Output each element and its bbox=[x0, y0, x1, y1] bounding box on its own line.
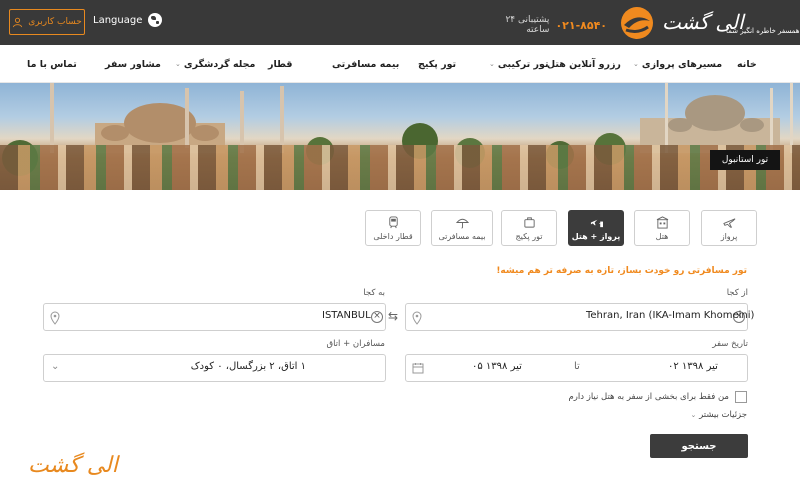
hero-banner bbox=[0, 83, 800, 190]
tab-label: هتل bbox=[655, 231, 669, 241]
tab-flight[interactable]: پرواز bbox=[701, 210, 757, 246]
date-from-value[interactable]: ۰۲ تیر ۱۳۹۸ bbox=[668, 361, 718, 372]
site-logo[interactable]: الی گشت همسفر خاطره انگیز شما bbox=[612, 4, 800, 42]
account-label: حساب کاربری bbox=[28, 17, 82, 27]
nav-item-label: خانه bbox=[737, 58, 757, 70]
tab-label: تور پکیج bbox=[515, 231, 543, 241]
city-rooftops bbox=[0, 145, 800, 190]
nav-item-flight-routes[interactable]: مسیرهای پروازی ⌄ bbox=[633, 45, 722, 83]
chevron-down-icon: ⌄ bbox=[690, 411, 697, 419]
to-value: ISTANBUL bbox=[322, 310, 371, 321]
passengers-field[interactable]: ۱ اتاق، ۲ بزرگسال، ۰ کودک ⌄ bbox=[43, 354, 386, 382]
partial-hotel-checkbox[interactable] bbox=[735, 391, 747, 403]
user-icon bbox=[13, 17, 23, 27]
chevron-down-icon: ⌄ bbox=[51, 361, 60, 372]
nav-item-label: تماس با ما bbox=[27, 58, 77, 70]
date-to-value[interactable]: ۰۵ تیر ۱۳۹۸ bbox=[472, 361, 522, 372]
tab-hotel[interactable]: هتل bbox=[634, 210, 690, 246]
language-label: Language bbox=[93, 14, 143, 26]
calendar-icon bbox=[412, 363, 424, 374]
support-phone: ۰۲۱-۸۵۴۰ bbox=[555, 18, 607, 32]
nav-item-package-tour[interactable]: تور پکیج bbox=[418, 45, 456, 83]
to-field[interactable]: × ISTANBUL bbox=[43, 303, 386, 331]
location-pin-icon bbox=[50, 311, 60, 325]
tab-label: قطار داخلی bbox=[373, 231, 413, 241]
nav-item-travel-advisor[interactable]: مشاور سفر bbox=[105, 45, 161, 83]
support-info: ۰۲۱-۸۵۴۰ پشتیبانی ۲۴ ساعته bbox=[495, 15, 607, 35]
tab-label: پرواز bbox=[720, 231, 738, 241]
promo-text: تور مسافرتی رو خودت بساز، تازه به صرفه ت… bbox=[496, 266, 747, 276]
tab-domestic-train[interactable]: قطار داخلی bbox=[365, 210, 421, 246]
airplane-icon bbox=[722, 217, 735, 228]
search-button[interactable]: جستجو bbox=[650, 434, 748, 458]
tab-label: پرواز + هتل bbox=[571, 231, 621, 241]
more-details-toggle[interactable]: جزئیات بیشتر ⌄ bbox=[650, 410, 747, 420]
nav-item-label: تور ترکیبی bbox=[497, 58, 549, 70]
logo-mark-icon bbox=[621, 7, 653, 39]
chevron-down-icon: ⌄ bbox=[489, 60, 495, 68]
date-label: تاریخ سفر bbox=[712, 339, 748, 349]
umbrella-icon bbox=[455, 218, 469, 229]
tab-label: بیمه مسافرتی bbox=[438, 231, 486, 241]
language-switcher[interactable]: Language bbox=[93, 13, 163, 27]
destination-badge: تور استانبول bbox=[710, 150, 780, 170]
nav-item-home[interactable]: خانه bbox=[737, 45, 757, 83]
passengers-label: مسافران + اتاق bbox=[326, 339, 385, 349]
from-value: Tehran, Iran (IKA-Imam Khomeini) bbox=[586, 310, 755, 321]
account-button[interactable]: حساب کاربری bbox=[9, 9, 85, 35]
nav-item-label: مسیرهای پروازی bbox=[641, 58, 723, 70]
chevron-down-icon: ⌄ bbox=[633, 60, 639, 68]
globe-icon bbox=[148, 13, 163, 27]
more-details-label: جزئیات بیشتر bbox=[699, 410, 747, 420]
tab-flight-hotel[interactable]: + پرواز + هتل bbox=[568, 210, 624, 246]
nav-item-label: مشاور سفر bbox=[105, 58, 161, 70]
flight-hotel-icon: + bbox=[590, 219, 603, 227]
logo-tagline: همسفر خاطره انگیز شما bbox=[726, 27, 800, 35]
clear-to-icon[interactable]: × bbox=[371, 311, 383, 323]
train-icon bbox=[388, 215, 398, 228]
nav-item-label: تور پکیج bbox=[418, 58, 457, 70]
from-label: از کجا bbox=[726, 288, 748, 298]
to-label: به کجا bbox=[363, 288, 385, 298]
suitcase-icon bbox=[523, 216, 535, 228]
swap-icon[interactable]: ⇆ bbox=[388, 309, 398, 323]
date-field[interactable]: ۰۲ تیر ۱۳۹۸ تا ۰۵ تیر ۱۳۹۸ bbox=[405, 354, 748, 382]
nav-item-label: قطار bbox=[268, 58, 293, 70]
main-nav: خانه مسیرهای پروازی ⌄ رزرو آنلاین هتل ⌄ … bbox=[0, 45, 800, 83]
date-separator: تا bbox=[574, 361, 580, 372]
top-bar: حساب کاربری Language ۰۲۱-۸۵۴۰ پشتیبانی ۲… bbox=[0, 0, 800, 45]
from-field[interactable]: × Tehran, Iran (IKA-Imam Khomeini) bbox=[405, 303, 754, 331]
support-label: پشتیبانی ۲۴ ساعته bbox=[505, 15, 550, 35]
tab-package-tour[interactable]: تور پکیج bbox=[501, 210, 557, 246]
nav-item-label: مجله گردشگری bbox=[183, 58, 256, 70]
nav-item-hotel-booking[interactable]: رزرو آنلاین هتل ⌄ bbox=[538, 45, 621, 83]
nav-item-label: رزرو آنلاین هتل bbox=[546, 58, 621, 70]
chevron-down-icon: ⌄ bbox=[175, 60, 181, 68]
destination-badge-label: تور استانبول bbox=[721, 155, 769, 165]
location-pin-icon bbox=[412, 311, 422, 325]
partial-hotel-label: من فقط برای بخشی از سفر به هتل نیاز دارم bbox=[568, 392, 730, 402]
hotel-icon bbox=[656, 215, 668, 229]
passengers-value: ۱ اتاق، ۲ بزرگسال، ۰ کودک bbox=[190, 361, 306, 372]
footer-logo: الی گشت bbox=[28, 453, 118, 478]
nav-item-train[interactable]: قطار bbox=[268, 45, 293, 83]
nav-item-combo-tour[interactable]: تور ترکیبی ⌄ bbox=[489, 45, 549, 83]
nav-item-insurance[interactable]: بیمه مسافرتی bbox=[332, 45, 399, 83]
search-button-label: جستجو bbox=[681, 440, 717, 452]
nav-item-magazine[interactable]: مجله گردشگری ⌄ bbox=[175, 45, 255, 83]
nav-item-contact[interactable]: تماس با ما bbox=[27, 45, 77, 83]
tab-insurance[interactable]: بیمه مسافرتی bbox=[431, 210, 493, 246]
nav-item-label: بیمه مسافرتی bbox=[332, 58, 400, 70]
